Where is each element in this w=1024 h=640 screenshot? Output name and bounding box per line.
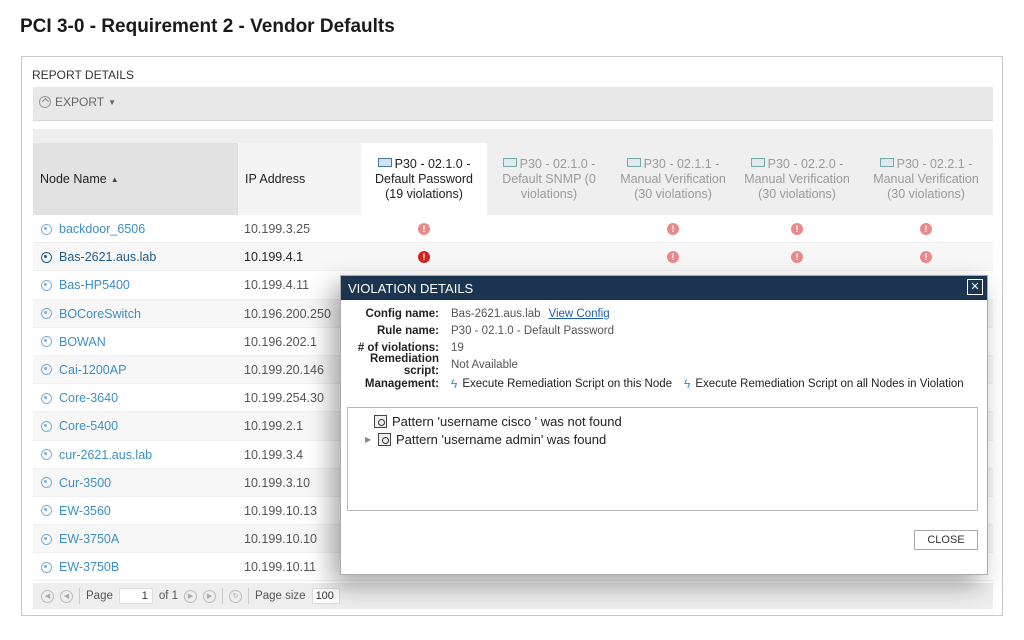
violation-icon[interactable]: ! xyxy=(418,223,430,235)
page-size-input[interactable] xyxy=(311,588,340,604)
grid-top-bar xyxy=(33,129,993,143)
rule-icon xyxy=(377,157,392,167)
first-page-icon[interactable]: ◀ xyxy=(41,589,54,603)
pattern-icon xyxy=(374,415,387,428)
pager-divider xyxy=(79,588,80,604)
node-name-cell[interactable]: EW-3560 xyxy=(33,497,237,525)
violation-icon[interactable]: ! xyxy=(791,251,803,264)
pager-divider xyxy=(248,588,250,604)
export-icon xyxy=(39,96,51,108)
violation-icon[interactable]: ! xyxy=(920,223,932,235)
toolbar: EXPORT ▼ xyxy=(33,87,993,121)
management-row: Management: ϟ Execute Remediation Script … xyxy=(364,377,964,391)
node-icon xyxy=(40,392,53,405)
sort-asc-icon: ▲ xyxy=(110,174,119,184)
node-name-cell[interactable]: Core-3640 xyxy=(33,384,237,412)
node-name-cell[interactable]: backdoor_6506 xyxy=(33,215,237,243)
node-icon xyxy=(40,561,53,574)
dialog-title: VIOLATION DETAILS xyxy=(348,280,474,296)
lightning-icon: ϟ xyxy=(684,377,691,391)
node-name-cell[interactable]: Cur-3500 xyxy=(33,469,237,497)
last-page-icon[interactable]: ▶ xyxy=(203,589,217,603)
node-name-cell[interactable]: BOWAN xyxy=(33,328,237,356)
page-count: of 1 xyxy=(158,590,179,602)
node-name-cell[interactable]: Cai-1200AP xyxy=(33,356,237,384)
column-header-rule-4[interactable]: P30 - 02.2.0 - Manual Verification (30 vio… xyxy=(735,143,859,215)
violation-icon-active[interactable]: ! xyxy=(418,251,430,264)
dialog-header: VIOLATION DETAILS ✕ xyxy=(341,276,987,300)
violations-count-value: 19 xyxy=(451,342,464,354)
node-name-cell[interactable]: Core-5400 xyxy=(33,412,237,440)
grid-header: Node Name ▲ IP Address P30 - 02.1.0 - Defa… xyxy=(33,143,993,215)
column-header-node-name[interactable]: Node Name ▲ xyxy=(33,143,237,215)
node-name-cell[interactable]: EW-3750B xyxy=(33,553,237,581)
page-number-input[interactable] xyxy=(118,588,153,604)
pattern-item[interactable]: Pattern 'username admin' was found xyxy=(378,432,606,447)
node-name-cell[interactable]: cur-2621.aus.lab xyxy=(33,441,237,469)
close-button[interactable]: CLOSE xyxy=(914,530,978,550)
page-size-label: Page size xyxy=(255,590,306,602)
node-icon xyxy=(40,251,53,264)
node-icon xyxy=(40,363,53,376)
node-name-cell[interactable]: Bas-HP5400 xyxy=(33,271,237,299)
config-name-row: Config name: Bas-2621.aus.lab View Confi… xyxy=(365,308,610,320)
violation-details-dialog: VIOLATION DETAILS ✕ Config name: Bas-262… xyxy=(340,275,988,575)
rule-icon xyxy=(750,157,765,167)
node-name-cell[interactable]: BOCoreSwitch xyxy=(33,300,237,328)
column-header-ip-address[interactable]: IP Address xyxy=(237,143,361,215)
pager-divider xyxy=(222,588,224,604)
violation-icon[interactable]: ! xyxy=(667,223,679,235)
export-button[interactable]: EXPORT ▼ xyxy=(39,95,116,109)
node-icon xyxy=(40,223,53,236)
column-header-rule-3[interactable]: P30 - 02.1.1 - Manual Verification (30 vio… xyxy=(611,143,735,215)
violation-icon[interactable]: ! xyxy=(667,251,679,264)
node-icon xyxy=(40,476,53,489)
panel-title: REPORT DETAILS xyxy=(32,68,135,82)
remediation-value: Not Available xyxy=(451,359,518,371)
export-label: EXPORT xyxy=(55,95,105,109)
node-icon xyxy=(40,307,53,320)
rule-name-row: Rule name: P30 - 02.1.0 - Default Passwo… xyxy=(377,325,614,337)
rule-name-value: P30 - 02.1.0 - Default Password xyxy=(451,325,614,337)
ip-cell: 10.199.4.1 xyxy=(244,250,304,265)
remediation-row: Remediation script: Not Available xyxy=(369,353,518,377)
expand-arrow-icon[interactable]: ▶ xyxy=(365,435,371,444)
pattern-icon xyxy=(378,433,391,446)
node-icon xyxy=(40,533,53,546)
pager: ◀ ◀ Page of 1 ▶ ▶ ↻ Page size xyxy=(33,583,993,609)
table-row-selected[interactable]: Bas-2621.aus.lab 10.199.4.1 ! ! ! ! xyxy=(33,243,993,272)
pattern-tree: Pattern 'username cisco ' was not found … xyxy=(347,407,978,511)
node-icon xyxy=(40,448,53,461)
column-header-rule-1[interactable]: P30 - 02.1.0 - Default Password (19 violat… xyxy=(361,143,487,215)
node-name-cell[interactable]: Bas-2621.aus.lab xyxy=(33,243,237,271)
column-header-rule-2[interactable]: P30 - 02.1.0 - Default SNMP (0 violations) xyxy=(487,143,611,215)
rule-icon xyxy=(502,157,517,167)
node-name-cell[interactable]: EW-3750A xyxy=(33,525,237,553)
refresh-icon[interactable]: ↻ xyxy=(229,589,243,603)
execute-on-node-link[interactable]: ϟ Execute Remediation Script on this Node xyxy=(451,377,672,391)
violation-icon[interactable]: ! xyxy=(920,251,932,264)
rule-icon xyxy=(626,157,641,167)
page-title: PCI 3-0 - Requirement 2 - Vendor Default… xyxy=(20,16,395,37)
node-icon xyxy=(40,504,53,517)
view-config-link[interactable]: View Config xyxy=(549,308,610,320)
pattern-item[interactable]: Pattern 'username cisco ' was not found xyxy=(374,414,622,429)
column-header-rule-5[interactable]: P30 - 02.2.1 - Manual Verification (30 vio… xyxy=(859,143,993,215)
config-name-value: Bas-2621.aus.lab xyxy=(451,308,541,320)
rule-icon xyxy=(879,157,894,167)
node-icon xyxy=(40,279,53,292)
page-label: Page xyxy=(86,590,113,602)
node-icon xyxy=(40,420,53,433)
ip-cell: 10.199.3.25 xyxy=(244,222,311,236)
caret-down-icon: ▼ xyxy=(108,97,117,107)
close-icon[interactable]: ✕ xyxy=(967,279,983,295)
lightning-icon: ϟ xyxy=(451,377,458,391)
violation-icon[interactable]: ! xyxy=(791,223,803,235)
next-page-icon[interactable]: ▶ xyxy=(184,589,198,603)
execute-on-all-nodes-link[interactable]: ϟ Execute Remediation Script on all Nodes… xyxy=(684,377,964,391)
node-icon xyxy=(40,335,53,348)
prev-page-icon[interactable]: ◀ xyxy=(60,589,73,603)
table-row[interactable]: backdoor_6506 10.199.3.25 ! ! ! ! xyxy=(33,215,993,244)
